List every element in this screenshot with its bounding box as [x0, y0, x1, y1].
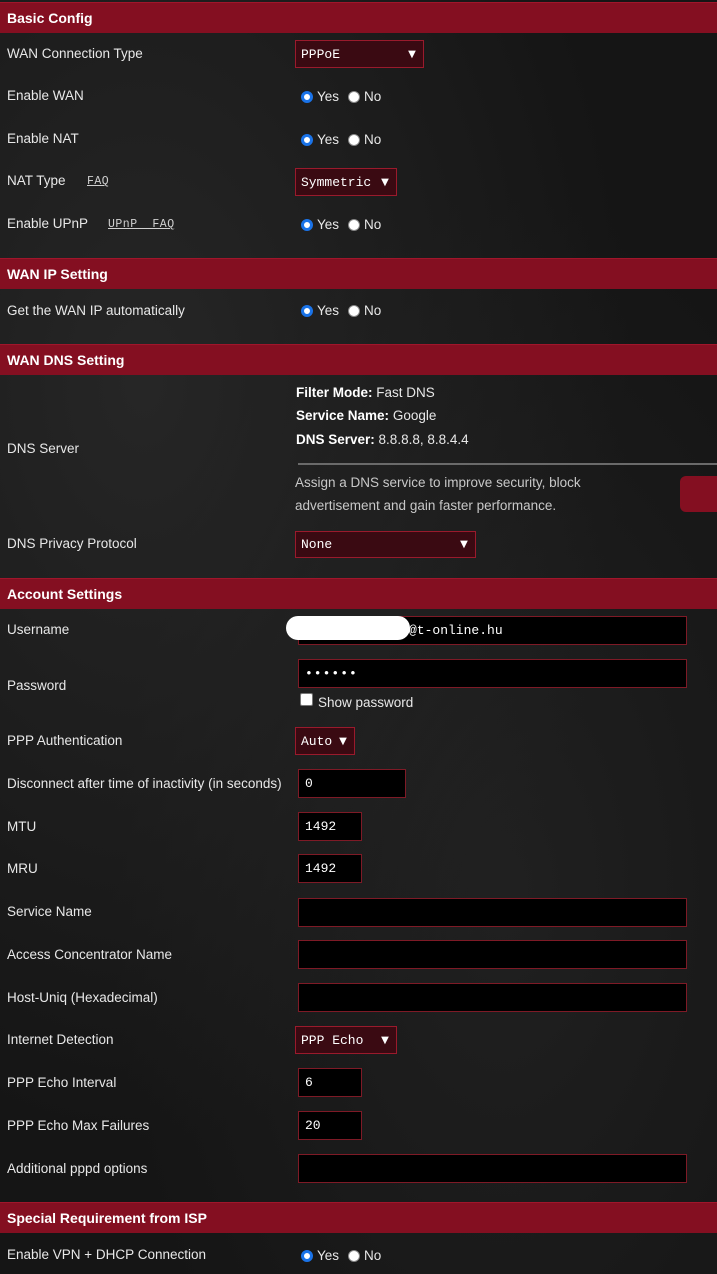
dns-server-label: DNS Server	[7, 441, 80, 456]
mtu-label: MTU	[7, 819, 37, 834]
enable-vpn-dhcp-no-radio[interactable]	[348, 1249, 361, 1262]
additional-pppd-input[interactable]	[298, 1154, 687, 1183]
section-basic-config: Basic Config	[0, 2, 717, 33]
password-input[interactable]: ••••••	[298, 659, 687, 688]
service-name-input[interactable]	[298, 898, 687, 927]
upnp-faq-link[interactable]: UPnP FAQ	[108, 218, 175, 231]
enable-upnp-no-radio[interactable]	[348, 218, 361, 231]
enable-nat-no-radio[interactable]	[348, 133, 361, 146]
access-concentrator-label: Access Concentrator Name	[7, 947, 173, 962]
ppp-auth-select[interactable]: Auto ▼	[295, 727, 355, 755]
ppp-auth-value: Auto	[301, 733, 333, 749]
ppp-echo-max-failures-label: PPP Echo Max Failures	[7, 1118, 150, 1133]
dns-assign-text-line2: advertisement and gain faster performanc…	[295, 498, 557, 513]
wan-ip-auto-radio-group: Yes No	[301, 303, 390, 318]
radio-yes-label: Yes	[317, 217, 340, 232]
wan-ip-auto-label: Get the WAN IP automatically	[7, 303, 185, 318]
show-password-label: Show password	[318, 695, 414, 710]
internet-detection-label: Internet Detection	[7, 1032, 114, 1047]
enable-wan-radio-group: Yes No	[301, 89, 390, 104]
host-uniq-input[interactable]	[298, 983, 687, 1012]
username-label: Username	[7, 622, 70, 637]
dns-server-key: DNS Server:	[296, 432, 375, 447]
chevron-down-icon: ▼	[339, 735, 347, 747]
disconnect-input[interactable]: 0	[298, 769, 406, 798]
radio-yes-label: Yes	[317, 303, 340, 318]
dns-filter-mode: Filter Mode: Fast DNS	[296, 385, 435, 400]
radio-no-label: No	[364, 1248, 382, 1263]
ppp-auth-label: PPP Authentication	[7, 733, 123, 748]
service-name-label: Service Name	[7, 904, 92, 919]
dns-assign-text-line1: Assign a DNS service to improve security…	[295, 475, 581, 490]
ppp-echo-interval-input[interactable]: 6	[298, 1068, 362, 1097]
enable-vpn-dhcp-radio-group: Yes No	[301, 1248, 390, 1263]
enable-wan-label: Enable WAN	[7, 88, 84, 103]
dns-service-name-key: Service Name:	[296, 408, 390, 423]
radio-no-label: No	[364, 89, 382, 104]
chevron-down-icon: ▼	[381, 1034, 389, 1046]
dns-privacy-label: DNS Privacy Protocol	[7, 536, 137, 551]
enable-wan-no-radio[interactable]	[348, 90, 361, 103]
radio-no-label: No	[364, 217, 382, 232]
dns-service-name: Service Name: Google	[296, 408, 436, 423]
disconnect-label: Disconnect after time of inactivity (in …	[7, 776, 282, 791]
internet-detection-select[interactable]: PPP Echo ▼	[295, 1026, 397, 1054]
dns-service-name-value: Google	[389, 408, 437, 423]
enable-nat-yes-radio[interactable]	[301, 133, 313, 146]
radio-no-label: No	[364, 303, 382, 318]
dns-privacy-select[interactable]: None ▼	[295, 531, 476, 558]
dns-filter-mode-key: Filter Mode:	[296, 385, 373, 400]
mtu-input[interactable]: 1492	[298, 812, 362, 841]
section-wan-ip-setting: WAN IP Setting	[0, 258, 717, 289]
chevron-down-icon: ▼	[381, 176, 389, 188]
enable-vpn-dhcp-yes-radio[interactable]	[301, 1249, 313, 1262]
nat-type-value: Symmetric	[301, 174, 372, 190]
dns-divider	[298, 463, 717, 465]
nat-type-label: NAT Type	[7, 173, 66, 188]
radio-yes-label: Yes	[317, 89, 340, 104]
dns-server-value: 8.8.8.8, 8.8.4.4	[374, 432, 469, 447]
mru-input[interactable]: 1492	[298, 854, 362, 883]
ppp-echo-interval-label: PPP Echo Interval	[7, 1075, 117, 1090]
chevron-down-icon: ▼	[408, 48, 416, 60]
enable-nat-radio-group: Yes No	[301, 132, 390, 147]
show-password-checkbox[interactable]	[300, 693, 313, 706]
internet-detection-value: PPP Echo	[301, 1032, 364, 1048]
radio-yes-label: Yes	[317, 132, 340, 147]
section-wan-dns-setting: WAN DNS Setting	[0, 344, 717, 375]
nat-type-select[interactable]: Symmetric ▼	[295, 168, 397, 196]
radio-yes-label: Yes	[317, 1248, 340, 1263]
enable-wan-yes-radio[interactable]	[301, 90, 313, 103]
radio-no-label: No	[364, 132, 382, 147]
wan-ip-auto-yes-radio[interactable]	[301, 304, 313, 317]
redacted-mask	[286, 616, 410, 640]
wan-ip-auto-no-radio[interactable]	[348, 304, 361, 317]
access-concentrator-input[interactable]	[298, 940, 687, 969]
section-account-settings: Account Settings	[0, 578, 717, 609]
enable-upnp-radio-group: Yes No	[301, 217, 390, 232]
dns-server-info: DNS Server: 8.8.8.8, 8.8.4.4	[296, 432, 469, 447]
nat-faq-link[interactable]: FAQ	[87, 175, 109, 188]
additional-pppd-label: Additional pppd options	[7, 1161, 148, 1176]
dns-filter-mode-value: Fast DNS	[372, 385, 435, 400]
enable-vpn-dhcp-label: Enable VPN + DHCP Connection	[7, 1247, 206, 1262]
wan-connection-type-label: WAN Connection Type	[7, 46, 143, 61]
mru-label: MRU	[7, 861, 38, 876]
ppp-echo-max-failures-input[interactable]: 20	[298, 1111, 362, 1140]
password-label: Password	[7, 678, 67, 693]
enable-upnp-label: Enable UPnP	[7, 216, 89, 231]
wan-connection-type-value: PPPoE	[301, 46, 341, 62]
dns-privacy-value: None	[301, 537, 333, 552]
page: Basic Config WAN Connection Type PPPoE ▼…	[0, 0, 717, 1274]
dns-assign-button[interactable]	[680, 476, 717, 512]
section-special-requirement: Special Requirement from ISP	[0, 1202, 717, 1233]
enable-nat-label: Enable NAT	[7, 131, 79, 146]
enable-upnp-yes-radio[interactable]	[301, 218, 313, 231]
wan-connection-type-select[interactable]: PPPoE ▼	[295, 40, 424, 68]
chevron-down-icon: ▼	[460, 539, 468, 550]
host-uniq-label: Host-Uniq (Hexadecimal)	[7, 990, 158, 1005]
